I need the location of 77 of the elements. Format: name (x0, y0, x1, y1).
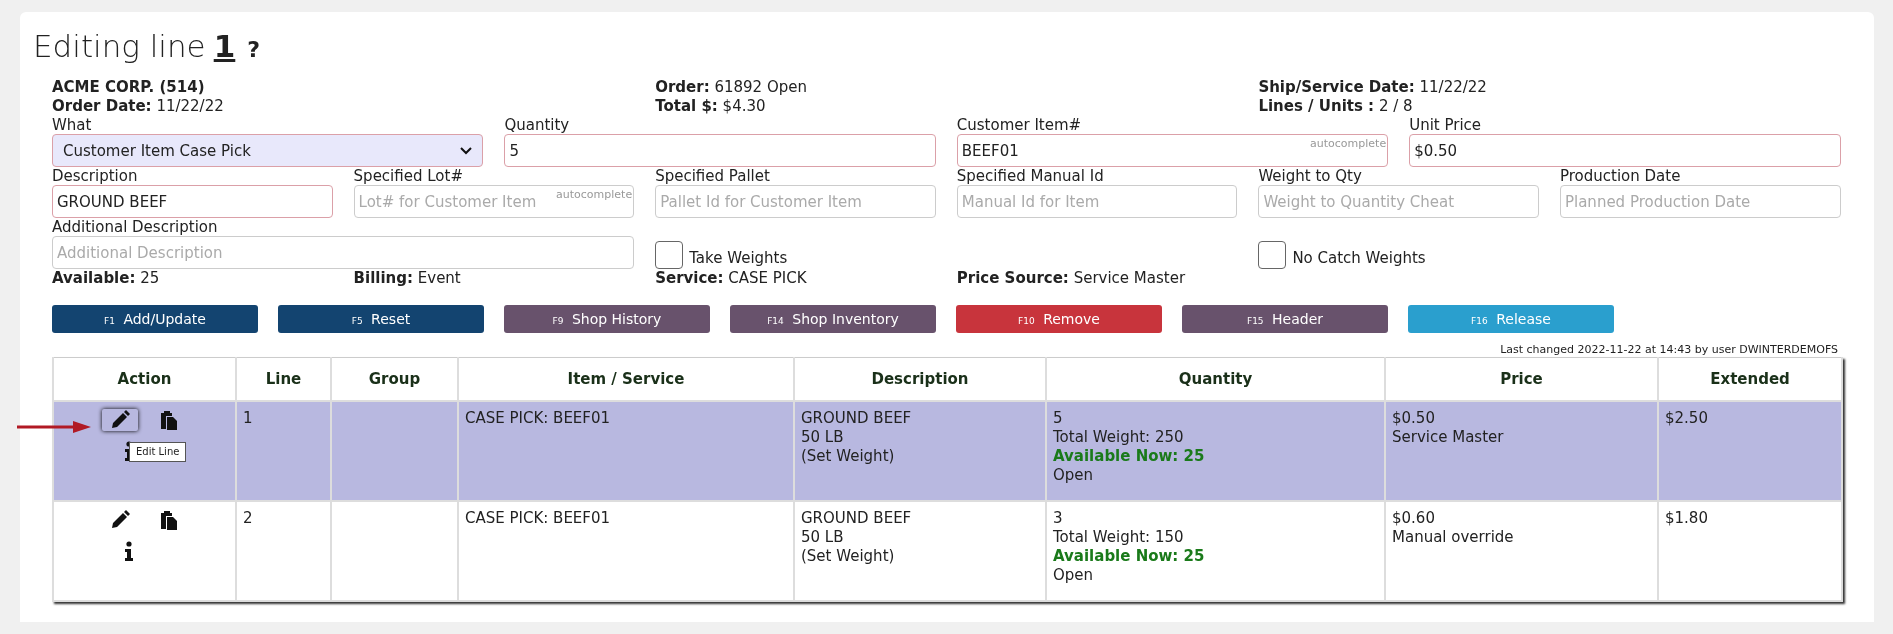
header-info: Order: 61892 Open (655, 78, 808, 97)
quantity-value: 3 (1053, 509, 1064, 528)
description-line: GROUND BEEF (801, 509, 913, 528)
price-source: Manual override (1392, 528, 1515, 547)
quantity-value: 5 (1053, 409, 1064, 428)
line-number: 1 (213, 28, 236, 64)
info-text: Price Source: Service Master (956, 269, 1187, 287)
field-label: Specified Lot# (353, 167, 464, 185)
action-button[interactable]: F9 Shop History (504, 305, 710, 333)
checkbox[interactable] (655, 241, 684, 269)
table-cell: 1 (236, 401, 331, 501)
autocomplete-hint: autocomplete (1310, 137, 1387, 150)
table-cell: 2 (236, 501, 331, 601)
price-source: Service Master (1392, 428, 1505, 447)
field-label: Additional Description (52, 218, 219, 236)
field-label: Unit Price (1409, 116, 1483, 134)
info-text: Billing: Event (353, 269, 462, 287)
input-field[interactable]: 5 (504, 134, 936, 167)
description-line: (Set Weight) (801, 447, 896, 466)
description-line: GROUND BEEF (801, 409, 913, 428)
action-button[interactable]: F10 Remove (956, 305, 1162, 333)
header-info: Ship/Service Date: 11/22/22 (1258, 78, 1488, 97)
table-cell: $2.50 (1658, 401, 1842, 501)
select-field[interactable]: Customer Item Case Pick (52, 134, 484, 167)
checkbox-label: No Catch Weights (1292, 249, 1426, 269)
field-label: Production Date (1559, 167, 1682, 185)
field-label: Specified Pallet (655, 167, 771, 185)
autocomplete-hint: autocomplete (556, 188, 633, 201)
copy-icon[interactable] (159, 410, 178, 430)
checkbox-label: Take Weights (689, 249, 788, 269)
line-status: Open (1053, 466, 1095, 485)
total-weight: Total Weight: 150 (1053, 528, 1185, 547)
table-row[interactable]: 2 CASE PICK: BEEF01 GROUND BEEF 50 LB (Set Weight) 3 Total Weight: 150 Available Now: 25 Open $0.60 Manual override $1.80 (53, 501, 1842, 601)
field-label: What (52, 116, 93, 134)
header-info: ACME CORP. (514) (52, 78, 206, 97)
price-value: $0.50 (1392, 409, 1436, 428)
tooltip: Edit Line (129, 442, 187, 462)
info-text: Available: 25 (52, 269, 161, 287)
table-cell: CASE PICK: BEEF01 (458, 401, 794, 501)
available-now: Available Now: 25 (1053, 447, 1206, 466)
input-field[interactable]: Additional Description (52, 236, 635, 269)
header-info: Lines / Units : 2 / 8 (1258, 97, 1414, 116)
table-cell: $1.80 (1658, 501, 1842, 601)
field-label: Weight to Qty (1258, 167, 1363, 185)
field-label: Specified Manual Id (956, 167, 1105, 185)
action-button[interactable]: F5 Reset (278, 305, 484, 333)
input-field[interactable]: $0.50 (1409, 134, 1841, 167)
available-now: Available Now: 25 (1053, 547, 1206, 566)
input-field[interactable]: Pallet Id for Customer Item (655, 185, 936, 218)
action-button[interactable]: F15 Header (1182, 305, 1388, 333)
table-cell: CASE PICK: BEEF01 (458, 501, 794, 601)
help-link[interactable]: ? (247, 37, 261, 62)
table-row[interactable]: Edit Line 1 CASE PICK: BEEF01 GROUND BEEF 50 LB (Set Weight) 5 Total Weight: 250 Available Now: 25 Open $0.50 Service Master $2.50 (53, 401, 1842, 501)
checkbox[interactable] (1258, 241, 1287, 269)
info-text: Service: CASE PICK (655, 269, 808, 287)
action-button[interactable]: F1 Add/Update (52, 305, 258, 333)
line-status: Open (1053, 566, 1095, 585)
info-icon[interactable] (124, 541, 134, 561)
header-info: Order Date: 11/22/22 (52, 97, 225, 116)
description-line: 50 LB (801, 528, 845, 547)
total-weight: Total Weight: 250 (1053, 428, 1185, 447)
chevron-icon (460, 146, 473, 155)
field-label: Quantity (504, 116, 571, 134)
input-field[interactable]: GROUND BEEF (52, 185, 333, 218)
input-field[interactable]: Weight to Quantity Cheat (1258, 185, 1539, 218)
field-label: Description (52, 167, 139, 185)
header-info: Total $: $4.30 (655, 97, 767, 116)
description-line: 50 LB (801, 428, 845, 447)
last-changed-text: Last changed 2022-11-22 at 14:43 by user DWINTERDEMOFS (1500, 343, 1838, 357)
page-title: Editing line (33, 28, 206, 64)
input-field[interactable]: Manual Id for Item (956, 185, 1238, 218)
action-button[interactable]: F14 Shop Inventory (730, 305, 936, 333)
input-field[interactable]: Planned Production Date (1559, 185, 1841, 218)
description-line: (Set Weight) (801, 547, 896, 566)
field-label: Customer Item# (956, 116, 1083, 134)
copy-icon[interactable] (159, 510, 178, 530)
price-value: $0.60 (1392, 509, 1436, 528)
